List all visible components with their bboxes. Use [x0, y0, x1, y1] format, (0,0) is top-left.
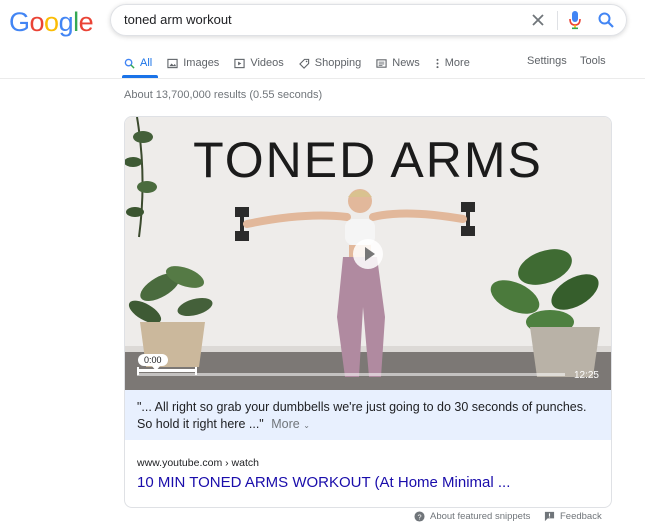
logo-letter: g — [58, 7, 74, 37]
tab-more[interactable]: More — [435, 55, 470, 71]
exercise-figure — [235, 189, 475, 377]
logo-letter: o — [29, 7, 45, 37]
microphone-icon[interactable] — [568, 10, 582, 30]
result-title-link[interactable]: 10 MIN TONED ARMS WORKOUT (At Home Minim… — [137, 474, 510, 491]
search-icon[interactable] — [597, 11, 615, 29]
search-box[interactable] — [110, 4, 627, 36]
more-vertical-icon — [436, 58, 439, 68]
tools-link[interactable]: Tools — [580, 55, 606, 67]
clear-icon[interactable] — [530, 12, 546, 28]
play-icon — [234, 58, 245, 68]
more-label: More — [271, 417, 300, 431]
logo-letter: G — [9, 7, 30, 37]
tab-label: Videos — [250, 57, 284, 69]
feedback-label: Feedback — [560, 511, 602, 522]
search-divider — [557, 11, 558, 30]
about-featured-snippets[interactable]: ? About featured snippets — [414, 511, 530, 522]
help-icon: ? — [414, 511, 425, 522]
search-tabs: All Images Videos Shopping News More — [124, 55, 485, 71]
google-logo[interactable]: Google — [9, 7, 94, 38]
image-icon — [167, 58, 178, 68]
tab-label: Shopping — [314, 57, 362, 69]
featured-snippet-card: TONED ARMS 0:00 12:25 "... All right so … — [124, 116, 612, 508]
feedback-icon — [544, 511, 555, 522]
tab-label: All — [140, 57, 153, 69]
about-label: About featured snippets — [430, 511, 531, 522]
result-source-url[interactable]: www.youtube.com › watch — [137, 457, 259, 469]
logo-letter: o — [44, 7, 59, 37]
tab-label: More — [444, 57, 470, 69]
search-input[interactable] — [124, 12, 514, 27]
current-time-bubble: 0:00 — [138, 354, 168, 371]
header-divider — [0, 78, 645, 79]
tab-images[interactable]: Images — [167, 55, 219, 71]
more-button[interactable]: More ⌄ — [271, 417, 310, 431]
tab-news[interactable]: News — [376, 55, 420, 71]
video-thumbnail[interactable]: TONED ARMS 0:00 12:25 — [125, 117, 611, 390]
tab-label: Images — [183, 57, 220, 69]
chevron-down-icon: ⌄ — [303, 421, 310, 430]
transcript-snippet: "... All right so grab your dumbbells we… — [125, 390, 611, 440]
video-duration: 12:25 — [573, 370, 599, 381]
tab-videos[interactable]: Videos — [234, 55, 284, 71]
logo-letter: e — [78, 7, 94, 37]
feedback-link[interactable]: Feedback — [544, 511, 602, 522]
search-icon — [124, 58, 135, 69]
tab-shopping[interactable]: Shopping — [298, 55, 362, 71]
play-button[interactable] — [353, 239, 383, 269]
result-stats: About 13,700,000 results (0.55 seconds) — [124, 89, 323, 101]
plant-left-icon — [125, 117, 213, 367]
progress-segment[interactable] — [137, 369, 197, 372]
tab-all[interactable]: All — [124, 55, 152, 71]
newspaper-icon — [376, 58, 387, 68]
svg-text:?: ? — [417, 512, 421, 521]
progress-track[interactable] — [137, 373, 565, 376]
snippet-text: "... All right so grab your dumbbells we… — [137, 400, 587, 431]
tag-icon — [298, 58, 309, 69]
plant-right-icon — [490, 249, 600, 377]
tab-label: News — [392, 57, 420, 69]
settings-link[interactable]: Settings — [527, 55, 567, 67]
